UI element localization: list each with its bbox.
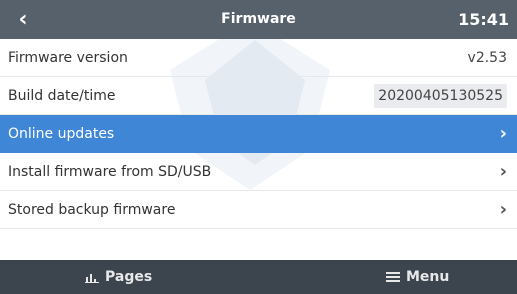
- firmware-screen: ‹ Firmware 15:41 Firmware version v2.53 …: [0, 0, 517, 294]
- bottom-bar: Pages Menu: [0, 260, 517, 294]
- pages-icon: [85, 271, 99, 283]
- firmware-menu-list: Firmware version v2.53 Build date/time 2…: [0, 39, 517, 229]
- list-item-firmware-version: Firmware version v2.53: [0, 39, 517, 77]
- chevron-right-icon: ›: [499, 161, 507, 182]
- menu-label: Menu: [406, 269, 450, 285]
- pages-label: Pages: [105, 269, 153, 285]
- hamburger-menu-icon: [386, 271, 400, 283]
- pages-button[interactable]: Pages: [85, 260, 152, 294]
- list-item-install-firmware[interactable]: Install firmware from SD/USB ›: [0, 153, 517, 191]
- chevron-right-icon: ›: [499, 123, 507, 144]
- build-date-value: 20200405130525: [374, 83, 507, 108]
- firmware-version-label: Firmware version: [8, 49, 128, 66]
- stored-backup-label: Stored backup firmware: [8, 201, 176, 218]
- page-title: Firmware: [221, 11, 296, 27]
- clock: 15:41: [458, 10, 509, 29]
- install-firmware-label: Install firmware from SD/USB: [8, 163, 212, 180]
- build-date-label: Build date/time: [8, 87, 116, 104]
- firmware-version-value: v2.53: [467, 49, 507, 66]
- list-item-stored-backup[interactable]: Stored backup firmware ›: [0, 191, 517, 229]
- menu-button[interactable]: Menu: [386, 260, 449, 294]
- chevron-right-icon: ›: [499, 199, 507, 220]
- title-bar: ‹ Firmware 15:41: [0, 0, 517, 39]
- list-item-build-date: Build date/time 20200405130525: [0, 77, 517, 115]
- online-updates-label: Online updates: [8, 125, 115, 142]
- list-item-online-updates[interactable]: Online updates ›: [0, 115, 517, 153]
